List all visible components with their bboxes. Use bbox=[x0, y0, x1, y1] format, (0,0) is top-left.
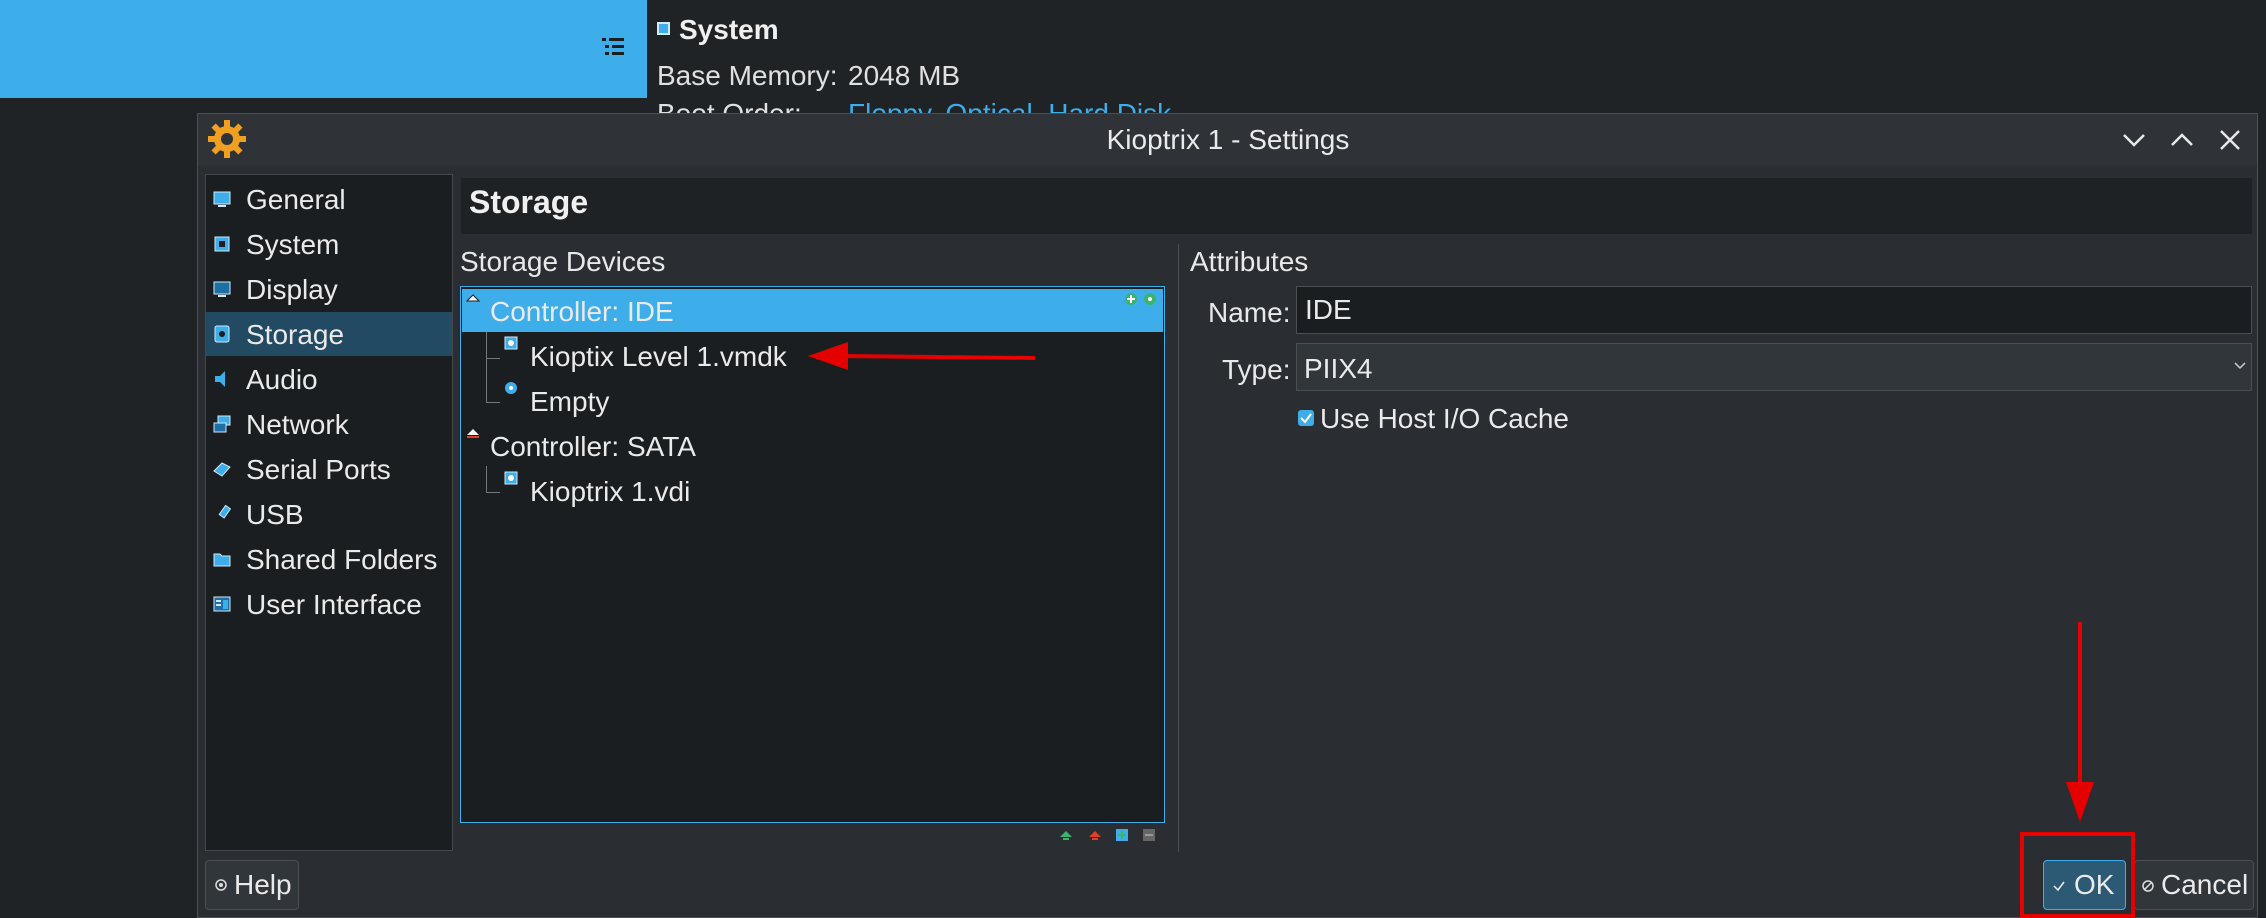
hard-disk-icon bbox=[504, 471, 518, 485]
sidebar-item-system[interactable]: System bbox=[206, 222, 452, 266]
serial-ports-icon bbox=[213, 462, 231, 477]
name-field[interactable] bbox=[1296, 286, 2252, 334]
hard-disk-icon bbox=[504, 336, 518, 350]
usb-icon bbox=[218, 504, 232, 519]
sidebar-item-user-interface[interactable]: User Interface bbox=[206, 582, 452, 626]
ok-button-label: OK bbox=[2074, 869, 2115, 900]
tree-ide-optical-label: Empty bbox=[530, 386, 610, 417]
machine-list-selected-row[interactable] bbox=[0, 0, 647, 98]
general-icon bbox=[213, 191, 231, 207]
add-attachment-icon[interactable] bbox=[1124, 292, 1138, 306]
tree-ide-disk-label: Kioptix Level 1.vmdk bbox=[530, 341, 787, 372]
attributes-label: Attributes bbox=[1190, 246, 1309, 277]
base-memory-label: Base Memory: bbox=[657, 60, 838, 91]
system-icon bbox=[214, 236, 230, 252]
network-icon bbox=[213, 415, 231, 433]
sidebar-item-label: Storage bbox=[246, 319, 345, 350]
details-system-title: System bbox=[679, 14, 779, 45]
use-host-io-cache-label[interactable]: Use Host I/O Cache bbox=[1320, 403, 1569, 435]
remove-controller-icon[interactable] bbox=[1088, 828, 1102, 842]
sata-controller-icon bbox=[467, 429, 479, 438]
add-attachment-icon[interactable] bbox=[1115, 828, 1129, 842]
sidebar-item-label: General bbox=[246, 184, 346, 215]
base-memory-value: 2048 MB bbox=[848, 60, 961, 91]
sidebar-item-audio[interactable]: Audio bbox=[206, 357, 452, 401]
sidebar-item-usb[interactable]: USB bbox=[206, 492, 452, 536]
use-host-io-cache-checkbox[interactable] bbox=[1298, 410, 1314, 426]
name-label: Name: bbox=[1208, 297, 1291, 328]
help-button[interactable]: Help bbox=[205, 860, 299, 910]
cancel-button-label: Cancel bbox=[2161, 869, 2249, 900]
cancel-icon bbox=[2142, 880, 2154, 892]
storage-devices-label: Storage Devices bbox=[460, 246, 666, 277]
sidebar-item-display[interactable]: Display bbox=[206, 267, 452, 311]
type-select-value: PIIX4 bbox=[1304, 353, 1373, 384]
system-chip-icon bbox=[657, 22, 670, 35]
sidebar-item-label: User Interface bbox=[246, 589, 422, 620]
cancel-button[interactable]: Cancel bbox=[2134, 860, 2254, 910]
sidebar-item-storage[interactable]: Storage bbox=[206, 312, 452, 356]
shared-folders-icon bbox=[213, 553, 231, 567]
add-controller-icon[interactable] bbox=[1059, 828, 1073, 842]
audio-icon bbox=[215, 371, 225, 387]
user-interface-icon bbox=[213, 596, 231, 612]
sidebar-item-serial-ports[interactable]: Serial Ports bbox=[206, 447, 452, 491]
optical-disc-icon bbox=[505, 382, 517, 394]
checkmark-icon bbox=[2053, 881, 2065, 892]
sidebar-item-network[interactable]: Network bbox=[206, 402, 452, 446]
pane-splitter[interactable] bbox=[1178, 244, 1179, 852]
display-icon bbox=[213, 281, 231, 297]
ok-button[interactable]: OK bbox=[2043, 860, 2126, 910]
sidebar-item-label: Serial Ports bbox=[246, 454, 391, 485]
help-icon bbox=[215, 879, 227, 891]
sidebar-item-label: Audio bbox=[246, 364, 318, 395]
page-title: Storage bbox=[469, 184, 589, 220]
minimize-button[interactable] bbox=[2116, 122, 2152, 158]
checkmark-icon bbox=[1300, 413, 1312, 424]
sidebar-item-label: Network bbox=[246, 409, 349, 440]
sidebar-item-general[interactable]: General bbox=[206, 177, 452, 221]
type-label: Type: bbox=[1222, 354, 1291, 385]
dialog-title: Kioptrix 1 - Settings bbox=[1106, 124, 1350, 155]
help-button-label: Help bbox=[234, 869, 292, 900]
page-header bbox=[461, 178, 2252, 234]
storage-icon bbox=[214, 325, 230, 343]
sidebar-item-label: Display bbox=[246, 274, 338, 305]
sidebar-item-label: USB bbox=[246, 499, 304, 530]
type-select[interactable] bbox=[1296, 343, 2252, 391]
tree-sata-disk-label: Kioptrix 1.vdi bbox=[530, 476, 691, 507]
tree-controller-sata-label: Controller: SATA bbox=[490, 431, 696, 462]
chevron-down-icon bbox=[2234, 362, 2246, 370]
sidebar-item-label: Shared Folders bbox=[246, 544, 438, 575]
list-view-icon[interactable] bbox=[600, 34, 626, 60]
tree-controller-ide-label: Controller: IDE bbox=[490, 296, 674, 327]
sidebar-item-shared-folders[interactable]: Shared Folders bbox=[206, 537, 452, 581]
add-optical-icon[interactable] bbox=[1143, 292, 1157, 306]
sidebar-item-label: System bbox=[246, 229, 340, 260]
remove-attachment-icon[interactable] bbox=[1142, 828, 1156, 842]
close-button[interactable] bbox=[2212, 122, 2248, 158]
ide-controller-icon bbox=[466, 294, 480, 302]
maximize-button[interactable] bbox=[2164, 122, 2200, 158]
